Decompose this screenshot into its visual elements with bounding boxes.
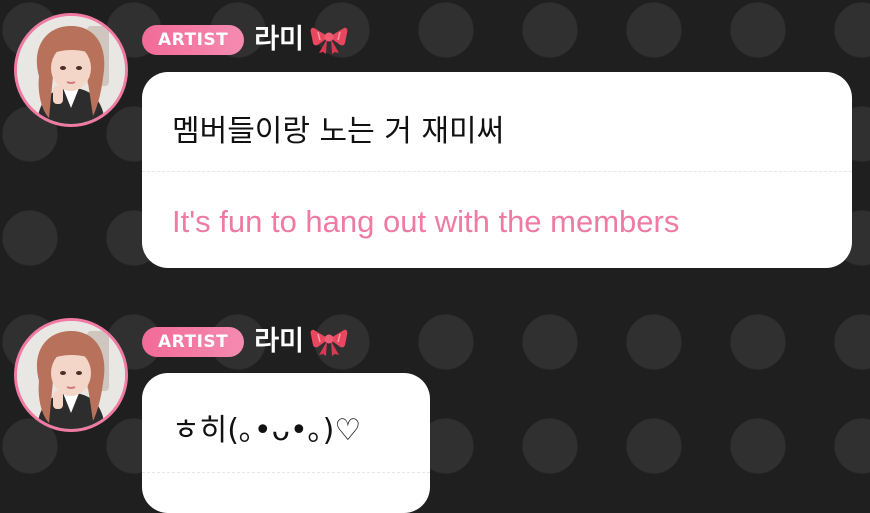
bubble-divider bbox=[142, 472, 430, 473]
artist-badge: ARTIST bbox=[142, 25, 245, 55]
message-text: ㅎ히(｡•ᴗ•｡)♡ bbox=[172, 413, 362, 448]
bubble-divider bbox=[142, 171, 852, 172]
message-text: 멤버들이랑 노는 거 재미써 bbox=[172, 114, 505, 149]
artist-badge: ARTIST bbox=[142, 327, 245, 357]
message-bubble[interactable]: ㅎ히(｡•ᴗ•｡)♡ bbox=[142, 373, 430, 513]
avatar-photo bbox=[17, 321, 125, 429]
translation-text: It's fun to hang out with the members bbox=[172, 204, 680, 239]
avatar-photo bbox=[17, 16, 125, 124]
avatar[interactable] bbox=[14, 13, 128, 127]
message-bubble[interactable]: 멤버들이랑 노는 거 재미써 It's fun to hang out with… bbox=[142, 72, 852, 268]
sender-name: 라미 bbox=[254, 326, 304, 357]
ribbon-bow-icon bbox=[310, 27, 348, 54]
sender-name: 라미 bbox=[254, 24, 304, 55]
ribbon-bow-icon bbox=[310, 329, 348, 356]
avatar[interactable] bbox=[14, 318, 128, 432]
sender-row: ARTIST 라미 bbox=[142, 324, 348, 360]
sender-row: ARTIST 라미 bbox=[142, 22, 348, 58]
chat-message: ARTIST 라미 멤버들이랑 노는 거 재미써 It's fun to han… bbox=[0, 0, 870, 280]
chat-message: ARTIST 라미 ㅎ히(｡•ᴗ•｡)♡ bbox=[0, 300, 870, 513]
